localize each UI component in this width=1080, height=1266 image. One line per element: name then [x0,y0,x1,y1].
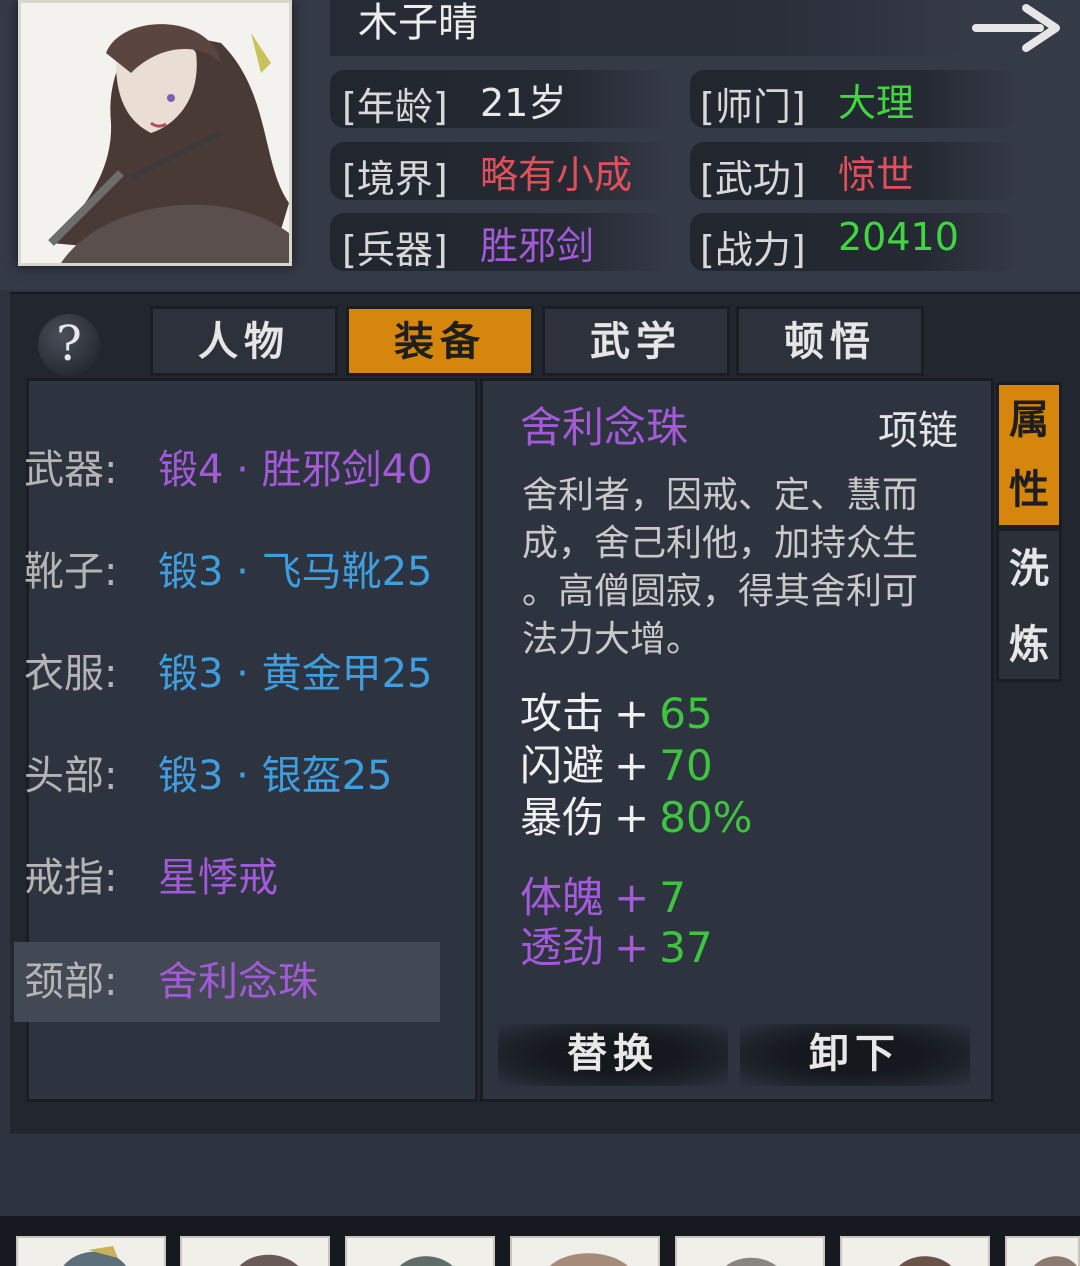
school-value: 大理 [838,81,915,125]
character-name: 木子晴 [358,0,478,46]
character-portrait[interactable] [18,0,292,266]
power-label: [战力] [700,228,806,272]
realm-label: [境界] [342,157,448,201]
party-member-portrait[interactable] [345,1236,495,1266]
stat-plus: + [614,873,650,922]
slot-label: 戒指: [24,855,118,901]
equip-slot-head[interactable]: 头部: 锻3 · 银盔25 [14,736,440,816]
portrait-thumbnail [239,1254,298,1266]
party-member-portrait[interactable] [1005,1236,1080,1266]
item-description-line: 法力大增。 [522,619,703,660]
martial-label: [武功] [700,157,806,201]
portrait-illustration [21,3,289,263]
party-member-portrait[interactable] [840,1236,990,1266]
stat-plus: + [614,923,650,972]
stat-value: 7 [659,873,686,922]
equip-slot-boots[interactable]: 靴子: 锻3 · 飞马靴25 [14,532,440,612]
age-value: 21岁 [480,81,567,125]
side-tab-label: 洗炼 [1009,545,1049,668]
tab-character[interactable]: 人物 [150,306,338,376]
party-member-portrait[interactable] [16,1236,166,1266]
martial-value: 惊世 [838,153,915,197]
stat-name: 透劲 [520,923,605,972]
arrow-right-icon [972,4,1060,52]
stat-value: 80% [659,793,753,842]
tab-equipment[interactable]: 装备 [346,306,534,376]
item-description-line: 。高僧圆寂，得其舍利可 [522,571,919,612]
slot-value: 锻3 · 银盔25 [158,753,393,799]
question-icon: ? [56,316,82,372]
stat-attack: 攻击 +65 [520,688,713,740]
age-label: [年龄] [342,85,448,129]
item-description-line: 舍利者，因戒、定、慧而 [522,475,919,516]
realm-value: 略有小成 [480,153,633,197]
next-character-button[interactable] [970,0,1066,56]
stat-name: 暴伤 [520,793,605,842]
item-description-line: 成，舍己利他，加持众生 [522,523,919,564]
slot-value: 舍利念珠 [158,959,318,1005]
help-button[interactable]: ? [38,314,100,376]
side-tab-refine[interactable]: 洗炼 [996,528,1062,682]
power-value: 20410 [838,215,959,259]
character-header: 木子晴 [年龄] 21岁 [师门] 大理 [境界] 略有小成 [武功] 惊世 [… [0,0,1080,290]
portrait-thumbnail [725,1257,777,1266]
stat-value: 70 [659,741,713,790]
slot-value: 锻4 · 胜邪剑40 [158,447,433,493]
portrait-thumbnail [1033,1256,1077,1266]
portrait-thumbnail [399,1256,453,1266]
equip-slot-clothes[interactable]: 衣服: 锻3 · 黄金甲25 [14,634,440,714]
tab-martial-arts[interactable]: 武学 [542,306,730,376]
stat-name: 体魄 [520,873,605,922]
stat-name: 闪避 [520,741,605,790]
stat-crit-damage: 暴伤 +80% [520,792,753,844]
portrait-thumbnail [550,1253,628,1266]
unequip-button[interactable]: 卸下 [740,1024,970,1086]
stat-penetration: 透劲 +37 [520,922,713,974]
slot-value: 锻3 · 飞马靴25 [158,549,433,595]
party-member-portrait[interactable] [510,1236,660,1266]
slot-label: 颈部: [24,959,118,1005]
stat-plus: + [614,793,650,842]
slot-value: 锻3 · 黄金甲25 [158,651,433,697]
equip-slot-neck[interactable]: 颈部: 舍利念珠 [14,942,440,1022]
equip-slot-ring[interactable]: 戒指: 星悸戒 [14,838,440,918]
party-member-portrait[interactable] [675,1236,825,1266]
slot-value: 星悸戒 [158,855,278,901]
tab-enlightenment[interactable]: 顿悟 [736,306,924,376]
stat-plus: + [614,741,650,790]
slot-label: 头部: [24,753,118,799]
stat-dodge: 闪避 +70 [520,740,713,792]
side-tab-attributes[interactable]: 属性 [996,382,1062,528]
equip-slot-weapon[interactable]: 武器: 锻4 · 胜邪剑40 [14,430,440,510]
slot-label: 靴子: [24,549,118,595]
weapon-label: [兵器] [342,228,448,272]
item-type: 项链 [878,408,958,454]
stat-value: 65 [659,689,713,738]
replace-button[interactable]: 替换 [498,1024,728,1086]
stat-physique: 体魄 +7 [520,872,686,924]
school-label: [师门] [700,85,806,129]
side-tab-label: 属性 [1009,396,1049,513]
stat-plus: + [614,689,650,738]
slot-label: 武器: [24,447,118,493]
item-name: 舍利念珠 [520,403,689,452]
weapon-value: 胜邪剑 [480,224,595,268]
party-member-portrait[interactable] [180,1236,330,1266]
stat-value: 37 [659,923,713,972]
slot-label: 衣服: [24,651,118,697]
portrait-thumbnail [63,1246,126,1266]
portrait-thumbnail [899,1256,952,1266]
stat-name: 攻击 [520,689,605,738]
